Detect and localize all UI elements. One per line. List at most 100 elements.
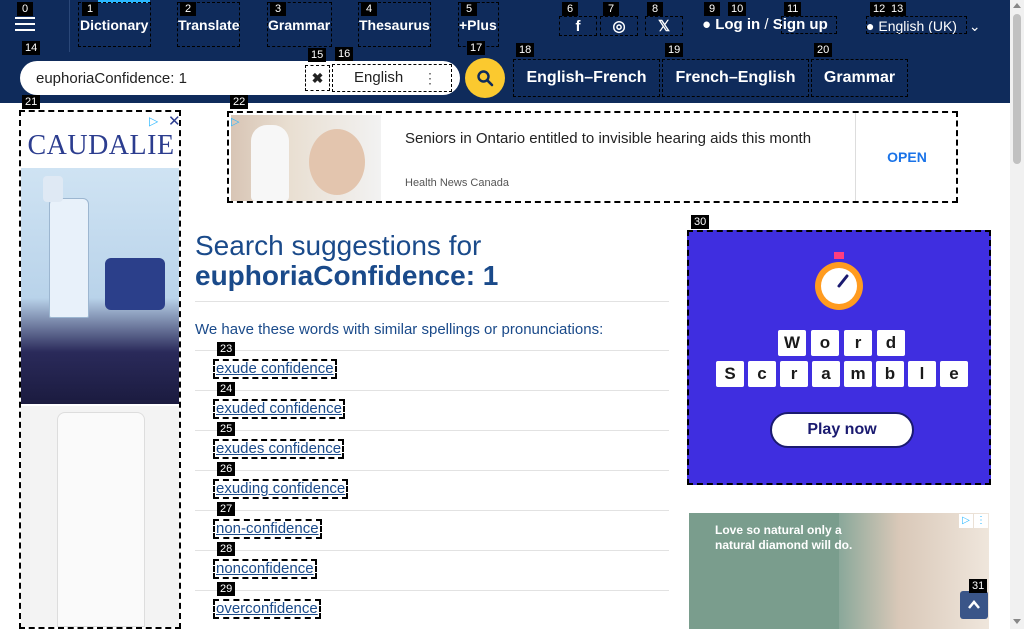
- divider: [195, 390, 669, 391]
- left-advertisement[interactable]: ▷ ✕ CAUDALIE: [19, 110, 181, 629]
- scrollbar[interactable]: [1010, 0, 1024, 629]
- badge-label: 7: [603, 2, 619, 16]
- top-navigation: Dictionary Translate Grammar Thesaurus +…: [0, 0, 1010, 52]
- page-title: Search suggestions for euphoriaConfidenc…: [195, 231, 498, 291]
- letter-tile: W: [778, 330, 806, 356]
- badge-label: 30: [691, 215, 710, 229]
- suggestion-link[interactable]: non-confidence: [213, 519, 322, 539]
- badge-label: 6: [562, 2, 578, 16]
- search-icon: [477, 70, 494, 87]
- adchoices-icon[interactable]: ▷: [959, 514, 973, 528]
- divider: [195, 430, 669, 431]
- letter-tile: S: [716, 361, 744, 387]
- badge-label: 3: [270, 2, 286, 16]
- badge-label: 2: [180, 2, 196, 16]
- adchoices-icon[interactable]: ▷: [149, 114, 158, 128]
- search-language-label: English: [354, 69, 404, 86]
- login-separator: /: [764, 16, 769, 33]
- banner-source: Health News Canada: [405, 177, 509, 189]
- suggestion-link[interactable]: overconfidence: [213, 599, 321, 619]
- badge-label: 13: [888, 2, 907, 16]
- banner-advertisement[interactable]: ▷ Seniors in Ontario entitled to invisib…: [227, 111, 958, 203]
- badge-label: 14: [22, 41, 41, 55]
- badge-label: 21: [22, 95, 41, 109]
- play-now-button[interactable]: Play now: [770, 412, 914, 448]
- stopwatch-icon: [815, 252, 863, 310]
- badge-label: 23: [217, 342, 236, 356]
- badge-label: 16: [335, 47, 354, 61]
- ad-brand: CAUDALIE: [27, 130, 175, 161]
- suggestion-link[interactable]: exuding confidence: [213, 479, 349, 499]
- page-title-prefix: Search suggestions for: [195, 230, 482, 261]
- badge-label: 20: [814, 43, 833, 57]
- more-options-icon[interactable]: ⋮: [974, 514, 988, 528]
- page-title-term: euphoriaConfidence: 1: [195, 260, 499, 291]
- suggestion-link[interactable]: exudes confidence: [213, 439, 345, 459]
- badge-label: 8: [647, 2, 663, 16]
- ad-product-image-2: [21, 406, 179, 627]
- divider: [195, 550, 669, 551]
- login-link[interactable]: Log in: [715, 16, 760, 33]
- badge-label: 15: [308, 48, 327, 62]
- letter-tile: l: [908, 361, 936, 387]
- badge-label: 11: [784, 2, 802, 16]
- badge-label: 18: [516, 43, 535, 57]
- badge-label: 9: [704, 2, 720, 16]
- scroll-to-top-button[interactable]: [960, 591, 988, 619]
- letter-tile: r: [844, 330, 872, 356]
- signup-outline: [781, 16, 837, 34]
- suggestion-link[interactable]: exude confidence: [213, 359, 337, 379]
- badge-label: 28: [217, 542, 236, 556]
- badge-label: 22: [230, 95, 249, 109]
- search-input[interactable]: euphoriaConfidence: 1: [36, 70, 187, 87]
- badge-label: 10: [728, 2, 747, 16]
- scroll-down-arrow[interactable]: [1013, 619, 1021, 624]
- arrow-up-icon: [968, 600, 980, 609]
- divider: [195, 470, 669, 471]
- user-icon: ●: [702, 16, 712, 33]
- facebook-icon[interactable]: f: [559, 16, 597, 36]
- tab-grammar[interactable]: Grammar: [811, 59, 908, 97]
- divider: [195, 350, 669, 351]
- divider: [195, 301, 669, 302]
- search-language-select[interactable]: English ⋮: [332, 64, 452, 92]
- letter-tile: c: [748, 361, 776, 387]
- suggestions-intro: We have these words with similar spellin…: [195, 321, 604, 338]
- clear-search-button[interactable]: ✖: [305, 65, 330, 91]
- letter-tile: r: [780, 361, 808, 387]
- badge-label: 24: [217, 382, 236, 396]
- letter-tile: m: [844, 361, 872, 387]
- suggestion-link[interactable]: nonconfidence: [213, 559, 317, 579]
- instagram-icon[interactable]: ◎: [600, 16, 638, 36]
- chevron-down-icon: ⌄: [968, 18, 981, 34]
- badge-label: 25: [217, 422, 236, 436]
- more-options-icon: ⋮: [423, 70, 437, 86]
- divider: [195, 510, 669, 511]
- close-icon[interactable]: ✕: [168, 112, 179, 130]
- banner-title[interactable]: Seniors in Ontario entitled to invisible…: [405, 128, 825, 150]
- page: Dictionary Translate Grammar Thesaurus +…: [0, 0, 1024, 629]
- scrollbar-thumb[interactable]: [1013, 14, 1021, 164]
- banner-image: [231, 115, 381, 201]
- adchoices-icon[interactable]: ▷: [231, 115, 239, 128]
- letter-tile: o: [811, 330, 839, 356]
- suggestion-link[interactable]: exuded confidence: [213, 399, 345, 419]
- tab-french-english[interactable]: French–English: [662, 59, 809, 97]
- banner-open-button[interactable]: OPEN: [855, 113, 956, 201]
- scroll-up-arrow[interactable]: [1013, 3, 1021, 8]
- letter-tile: d: [877, 330, 905, 356]
- tab-english-french[interactable]: English–French: [513, 59, 660, 97]
- badge-label: 31: [969, 579, 988, 593]
- word-scramble-advertisement[interactable]: W o r d S c r a m b l e Play now: [687, 230, 991, 485]
- x-icon[interactable]: 𝕏: [645, 16, 683, 36]
- badge-label: 0: [17, 2, 33, 16]
- badge-label: 17: [467, 41, 486, 55]
- language-outline: [866, 16, 967, 34]
- badge-label: 19: [665, 43, 684, 57]
- ad-product-image: [21, 168, 179, 404]
- diamond-advertisement[interactable]: Love so natural only a natural diamond w…: [689, 513, 989, 629]
- search-button[interactable]: [465, 58, 505, 98]
- badge-label: 12: [870, 2, 889, 16]
- badge-label: 4: [361, 2, 377, 16]
- divider: [195, 590, 669, 591]
